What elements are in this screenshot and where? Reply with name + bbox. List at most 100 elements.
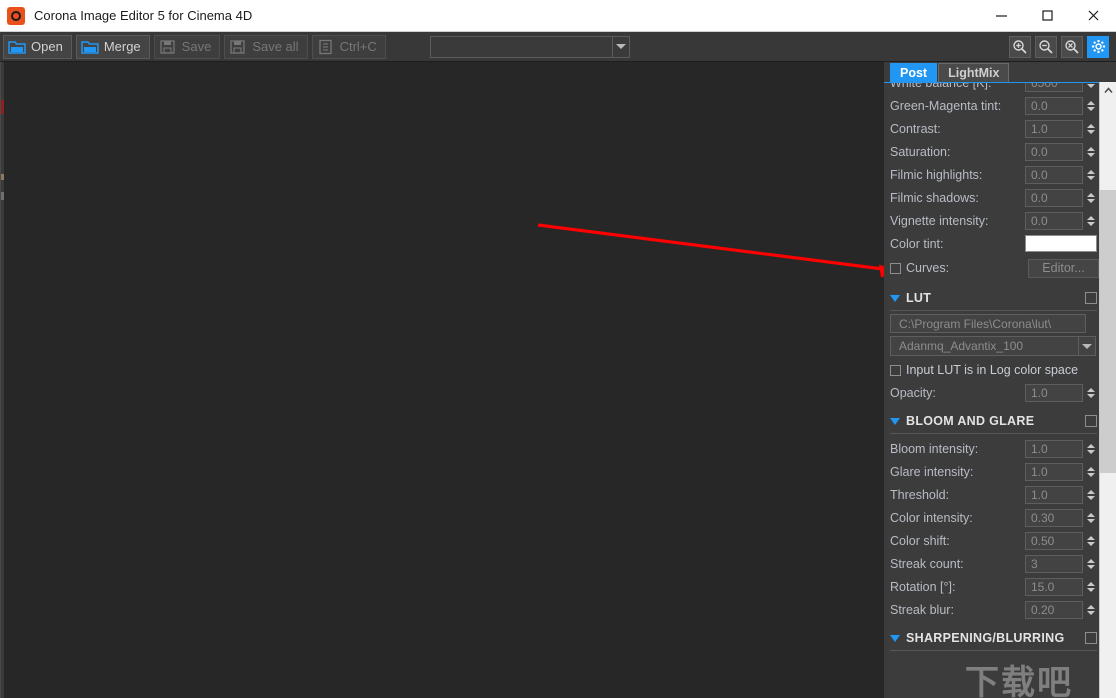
chevron-down-icon[interactable] — [890, 634, 900, 642]
row-threshold[interactable]: Threshold: 1.0 — [890, 483, 1099, 506]
bloom-intensity-stepper[interactable] — [1085, 440, 1096, 458]
filmic-highlights-stepper[interactable] — [1085, 166, 1096, 184]
row-filmic-highlights[interactable]: Filmic highlights: 0.0 — [890, 163, 1099, 186]
row-saturation[interactable]: Saturation: 0.0 — [890, 140, 1099, 163]
chevron-down-icon[interactable] — [611, 36, 629, 57]
rotation-input[interactable]: 15.0 — [1025, 577, 1083, 596]
row-lut-log-colorspace[interactable]: Input LUT is in Log color space — [890, 359, 1099, 381]
sharpening-enable-checkbox[interactable] — [1085, 632, 1097, 644]
section-header-bloom-and-glare[interactable]: BLOOM AND GLARE — [890, 409, 1099, 433]
color-intensity-input[interactable]: 0.30 — [1025, 508, 1083, 527]
saturation-input[interactable]: 0.0 — [1025, 142, 1083, 161]
row-green-magenta-tint[interactable]: Green-Magenta tint: 0.0 — [890, 94, 1099, 117]
properties-panel: Post LightMix White balance [K]: 6500 Gr… — [884, 62, 1116, 698]
minimize-button[interactable] — [978, 0, 1024, 31]
merge-button[interactable]: Merge — [75, 34, 150, 59]
tab-post[interactable]: Post — [890, 63, 938, 82]
row-vignette-intensity[interactable]: Vignette intensity: 0.0 — [890, 209, 1099, 232]
row-glare-intensity[interactable]: Glare intensity: 1.0 — [890, 460, 1099, 483]
bloom-intensity-input[interactable]: 1.0 — [1025, 439, 1083, 458]
main-body: Post LightMix White balance [K]: 6500 Gr… — [0, 62, 1116, 698]
threshold-input[interactable]: 1.0 — [1025, 485, 1083, 504]
color-tint-swatch[interactable] — [1025, 235, 1097, 252]
row-white-balance[interactable]: White balance [K]: 6500 — [890, 83, 1099, 94]
rotation-stepper[interactable] — [1085, 578, 1096, 596]
row-lut-opacity[interactable]: Opacity: 1.0 — [890, 381, 1099, 404]
filmic-shadows-stepper[interactable] — [1085, 189, 1096, 207]
save-all-button[interactable]: Save all — [224, 34, 308, 59]
close-button[interactable] — [1070, 0, 1116, 31]
zoom-in-icon[interactable] — [1009, 35, 1031, 58]
green-magenta-tint-input[interactable]: 0.0 — [1025, 96, 1083, 115]
vignette-intensity-input[interactable]: 0.0 — [1025, 211, 1083, 230]
row-streak-blur[interactable]: Streak blur: 0.20 — [890, 598, 1099, 621]
lut-select-combobox[interactable]: Adanmq_Advantix_100 — [890, 336, 1096, 356]
section-header-lut[interactable]: LUT — [890, 286, 1099, 310]
row-streak-count[interactable]: Streak count: 3 — [890, 552, 1099, 575]
vignette-intensity-label: Vignette intensity: — [890, 213, 989, 228]
chevron-down-icon[interactable] — [890, 417, 900, 425]
rotation-label: Rotation [°]: — [890, 579, 956, 594]
color-shift-input[interactable]: 0.50 — [1025, 531, 1083, 550]
curves-label: Curves: — [906, 261, 950, 275]
row-bloom-intensity[interactable]: Bloom intensity: 1.0 — [890, 437, 1099, 460]
row-contrast[interactable]: Contrast: 1.0 — [890, 117, 1099, 140]
row-color-intensity[interactable]: Color intensity: 0.30 — [890, 506, 1099, 529]
row-color-tint[interactable]: Color tint: — [890, 232, 1099, 255]
color-shift-label: Color shift: — [890, 533, 950, 548]
lut-selected-value: Adanmq_Advantix_100 — [899, 339, 1024, 353]
lut-path-input[interactable]: C:\Program Files\Corona\lut\ — [890, 314, 1086, 333]
white-balance-stepper[interactable] — [1085, 83, 1096, 92]
white-balance-input[interactable]: 6500 — [1025, 83, 1083, 92]
glare-intensity-input[interactable]: 1.0 — [1025, 462, 1083, 481]
open-button[interactable]: Open — [3, 34, 72, 59]
vignette-intensity-stepper[interactable] — [1085, 212, 1096, 230]
panel-scroll-thumb[interactable] — [1100, 190, 1116, 473]
bloom-intensity-label: Bloom intensity: — [890, 441, 979, 456]
scroll-down-icon[interactable] — [1100, 694, 1116, 698]
chevron-down-icon[interactable] — [890, 294, 900, 302]
image-select-combobox[interactable] — [429, 35, 630, 58]
tab-lightmix[interactable]: LightMix — [938, 63, 1010, 82]
color-shift-stepper[interactable] — [1085, 532, 1096, 550]
contrast-input[interactable]: 1.0 — [1025, 119, 1083, 138]
image-canvas[interactable] — [0, 62, 884, 698]
contrast-stepper[interactable] — [1085, 120, 1096, 138]
settings-gear-icon[interactable] — [1087, 35, 1109, 58]
row-rotation[interactable]: Rotation [°]: 15.0 — [890, 575, 1099, 598]
glare-intensity-stepper[interactable] — [1085, 463, 1096, 481]
save-button[interactable]: Save — [153, 34, 221, 59]
filmic-highlights-input[interactable]: 0.0 — [1025, 165, 1083, 184]
bloom-enable-checkbox[interactable] — [1085, 415, 1097, 427]
lut-opacity-stepper[interactable] — [1085, 384, 1096, 402]
green-magenta-tint-stepper[interactable] — [1085, 97, 1096, 115]
zoom-out-icon[interactable] — [1035, 35, 1057, 58]
color-intensity-stepper[interactable] — [1085, 509, 1096, 527]
streak-blur-stepper[interactable] — [1085, 601, 1096, 619]
row-color-shift[interactable]: Color shift: 0.50 — [890, 529, 1099, 552]
threshold-stepper[interactable] — [1085, 486, 1096, 504]
row-filmic-shadows[interactable]: Filmic shadows: 0.0 — [890, 186, 1099, 209]
filmic-shadows-input[interactable]: 0.0 — [1025, 188, 1083, 207]
streak-count-input[interactable]: 3 — [1025, 554, 1083, 573]
section-header-sharpening-blurring[interactable]: SHARPENING/BLURRING — [890, 626, 1099, 650]
panel-vertical-scrollbar[interactable] — [1099, 82, 1116, 698]
curves-editor-button[interactable]: Editor... — [1028, 258, 1099, 278]
save-all-button-label: Save all — [252, 39, 299, 54]
scroll-up-icon[interactable] — [1100, 82, 1116, 99]
streak-count-stepper[interactable] — [1085, 555, 1096, 573]
streak-blur-input[interactable]: 0.20 — [1025, 600, 1083, 619]
annotation-arrow — [537, 223, 884, 278]
lut-log-checkbox[interactable] — [890, 364, 901, 376]
panel-content: White balance [K]: 6500 Green-Magenta ti… — [884, 83, 1099, 654]
row-curves[interactable]: Curves: Editor... — [890, 255, 1099, 281]
curves-checkbox[interactable] — [890, 262, 901, 274]
copy-to-clipboard-button[interactable]: Ctrl+C — [311, 34, 386, 59]
chevron-down-icon[interactable] — [1078, 337, 1095, 355]
bloom-section-title: BLOOM AND GLARE — [906, 414, 1035, 428]
maximize-button[interactable] — [1024, 0, 1070, 31]
saturation-stepper[interactable] — [1085, 143, 1096, 161]
lut-enable-checkbox[interactable] — [1085, 292, 1097, 304]
lut-opacity-input[interactable]: 1.0 — [1025, 383, 1083, 402]
zoom-reset-icon[interactable] — [1061, 35, 1083, 58]
